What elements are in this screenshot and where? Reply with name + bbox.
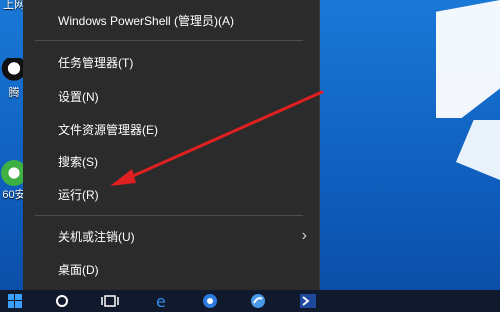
menu-item-task-manager[interactable]: 任务管理器(T) bbox=[58, 55, 133, 71]
cortana-search-icon[interactable] bbox=[50, 290, 74, 312]
menu-item-label: Windows PowerShell (管理员)(A) bbox=[58, 14, 235, 28]
menu-item-label: 文件资源管理器(E) bbox=[58, 123, 158, 137]
menu-item-file-explorer[interactable]: 文件资源管理器(E) bbox=[58, 122, 158, 138]
app-icon[interactable] bbox=[198, 290, 222, 312]
menu-separator bbox=[35, 215, 303, 216]
winx-context-menu: Windows PowerShell (管理员)(A) 任务管理器(T) 设置(… bbox=[23, 0, 320, 290]
chevron-right-icon: › bbox=[301, 227, 307, 244]
powershell-icon[interactable] bbox=[296, 290, 320, 312]
menu-item-settings[interactable]: 设置(N) bbox=[58, 89, 99, 105]
menu-item-desktop[interactable]: 桌面(D) bbox=[58, 262, 99, 278]
menu-item-label: 关机或注销(U) bbox=[58, 230, 135, 244]
windows-start-icon[interactable] bbox=[2, 290, 28, 312]
menu-item-shutdown-signout[interactable]: 关机或注销(U) bbox=[58, 229, 308, 245]
menu-item-label: 运行(R) bbox=[58, 188, 99, 202]
menu-item-label: 任务管理器(T) bbox=[58, 56, 134, 70]
menu-item-label: 搜索(S) bbox=[58, 155, 98, 169]
task-view-icon[interactable] bbox=[98, 290, 122, 312]
menu-item-label: 设置(N) bbox=[58, 90, 99, 104]
wallpaper-light-beam bbox=[436, 0, 500, 118]
menu-item-powershell-admin[interactable]: Windows PowerShell (管理员)(A) bbox=[58, 13, 234, 29]
menu-separator bbox=[35, 40, 303, 41]
menu-item-search[interactable]: 搜索(S) bbox=[58, 154, 98, 170]
wallpaper-light-beam-lower bbox=[456, 120, 500, 180]
svg-text:e: e bbox=[156, 293, 166, 309]
menu-item-label: 桌面(D) bbox=[58, 263, 99, 277]
edge-icon[interactable]: e bbox=[150, 290, 174, 312]
menu-item-run[interactable]: 运行(R) bbox=[58, 187, 99, 203]
browser-icon[interactable] bbox=[246, 290, 270, 312]
taskbar: e bbox=[0, 290, 500, 312]
